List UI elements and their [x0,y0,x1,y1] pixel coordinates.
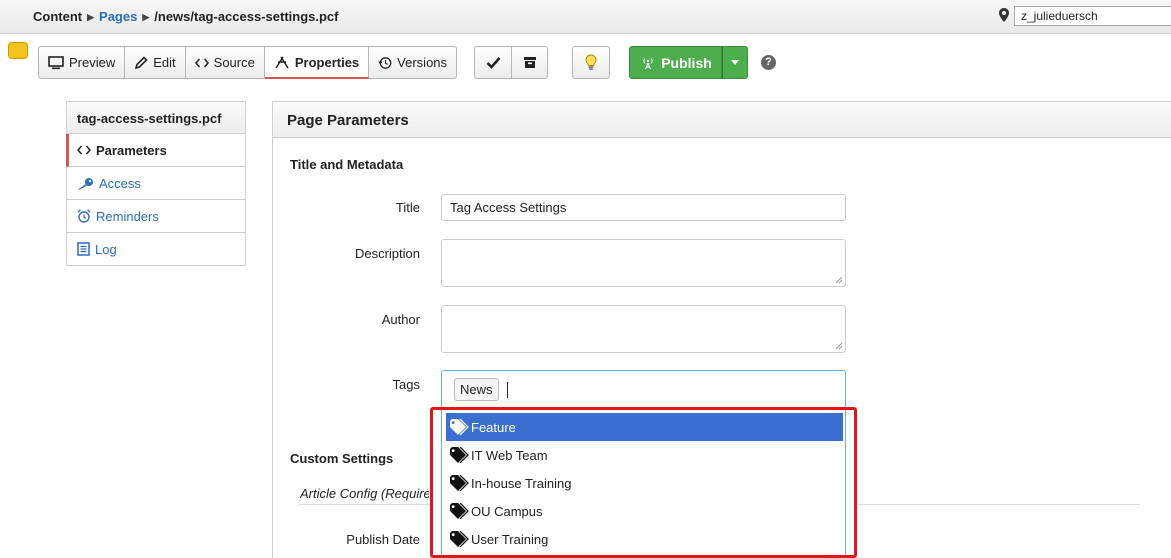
breadcrumb-bar: Content ▶ Pages ▶ /news/tag-access-settings.… [0,0,1171,34]
versions-button[interactable]: Versions [369,46,458,79]
source-button[interactable]: Source [185,46,265,79]
divider [858,504,1140,505]
location-pin-icon [999,8,1009,22]
title-label: Title [395,200,420,215]
section-title-metadata: Title and Metadata [290,157,404,172]
sidebar-item-label: Access [99,175,141,191]
sidebar-item-access[interactable]: Access [66,167,246,200]
tips-button[interactable] [572,46,610,79]
breadcrumb-path: /news/tag-access-settings.pcf [154,9,339,24]
log-icon [77,242,90,256]
breadcrumb-pages-link[interactable]: Pages [99,9,137,24]
action-buttons [474,46,548,79]
view-mode-buttons: Preview Edit Source Properties Versions [38,46,458,79]
versions-label: Versions [397,55,448,70]
sidebar-item-log[interactable]: Log [66,233,246,266]
source-label: Source [213,55,255,70]
check-button[interactable] [474,46,512,79]
description-label: Description [354,246,420,261]
code-icon [77,144,91,156]
description-field[interactable] [441,239,846,287]
sidebar-item-label: Parameters [96,142,167,158]
properties-label: Properties [294,54,360,70]
publish-date-label: Publish Date [346,532,420,547]
preview-label: Preview [69,55,116,70]
help-icon[interactable]: ? [761,55,776,70]
publish-options-toggle[interactable] [722,46,748,79]
save-version-button[interactable] [512,46,548,79]
alarm-clock-icon [77,209,91,223]
annotation-highlight-box [430,407,857,558]
code-icon [194,57,209,69]
author-label: Author [381,312,420,327]
resize-grip-icon [835,342,843,350]
broadcast-icon [643,57,653,69]
sidebar-item-label: Log [95,241,117,257]
edit-label: Edit [153,55,176,70]
divider [299,504,430,505]
caret-down-icon [731,60,739,65]
section-title-custom-settings: Custom Settings [290,451,394,466]
text-cursor [507,382,508,398]
breadcrumb-content[interactable]: Content [33,9,82,24]
user-name-field[interactable]: z_julieduersch [1014,6,1171,26]
breadcrumb: Content ▶ Pages ▶ /news/tag-access-settings.… [33,9,339,24]
article-config-heading: Article Config (Require [300,486,429,501]
publish-button[interactable]: Publish [629,46,722,79]
tags-input[interactable]: News [441,370,846,408]
publish-label: Publish [661,54,712,71]
sidebar-item-reminders[interactable]: Reminders [66,200,246,233]
page-properties-sidebar: tag-access-settings.pcf Parameters Acces… [66,101,246,266]
sidebar-title: tag-access-settings.pcf [66,101,246,134]
checkmark-icon [486,57,500,69]
edit-button[interactable]: Edit [125,46,186,79]
resize-grip-icon [835,276,843,284]
folder-icon[interactable] [8,42,28,59]
sidebar-item-parameters[interactable]: Parameters [66,134,246,167]
author-field[interactable] [441,305,846,353]
history-icon [378,56,392,70]
pencil-icon [134,55,148,70]
key-icon [77,177,94,190]
panel-title: Page Parameters [273,102,1171,138]
tag-chip-news[interactable]: News [454,378,499,401]
properties-tools-icon [274,55,290,69]
lightbulb-icon [585,54,597,70]
breadcrumb-separator-icon: ▶ [142,12,150,22]
properties-button[interactable]: Properties [264,46,370,79]
title-field[interactable]: Tag Access Settings [441,194,846,221]
sidebar-item-label: Reminders [96,208,159,224]
preview-button[interactable]: Preview [38,46,126,79]
archive-box-icon [523,57,536,68]
monitor-icon [48,55,64,70]
tags-label: Tags [392,377,420,392]
publish-split-button: Publish [629,46,748,79]
breadcrumb-separator-icon: ▶ [87,12,95,22]
